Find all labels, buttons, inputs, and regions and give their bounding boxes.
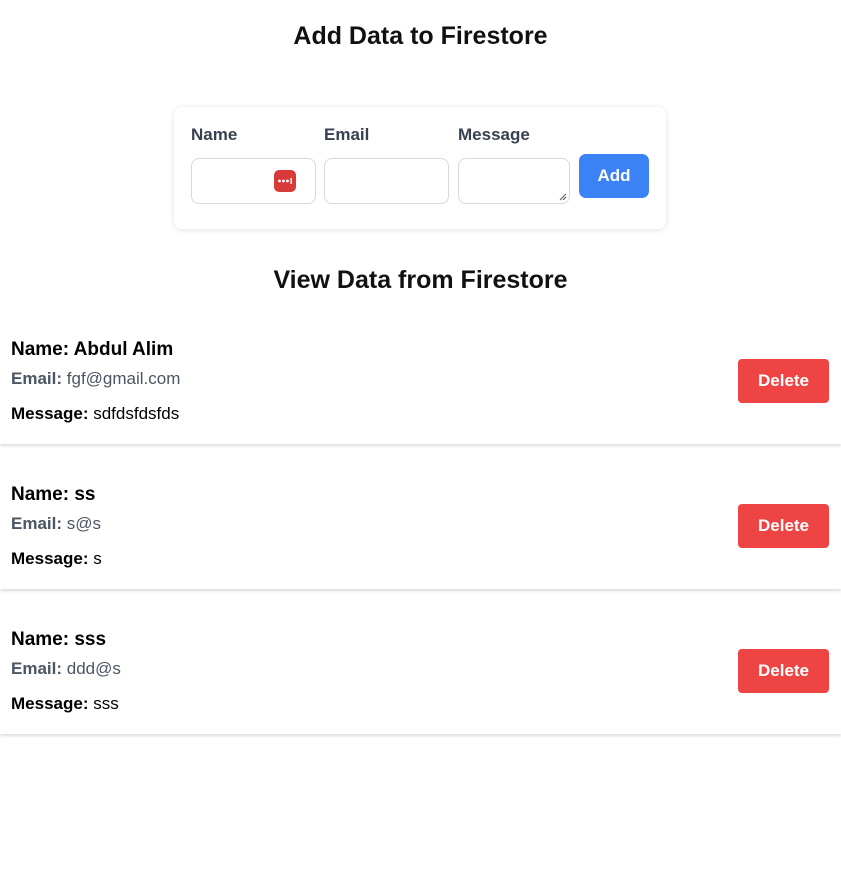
name-label: Name — [191, 125, 238, 144]
record-email-value: fgf@gmail.com — [66, 369, 181, 388]
record-name: Name: sss — [11, 629, 106, 651]
record-name: Name: Abdul Alim — [11, 339, 173, 361]
message-textarea[interactable] — [458, 158, 570, 204]
delete-button[interactable]: Delete — [738, 504, 829, 548]
record-message-key: Message: — [11, 404, 89, 423]
record-message-value: sss — [93, 694, 119, 713]
message-label: Message — [458, 125, 530, 144]
add-button[interactable]: Add — [579, 154, 649, 198]
record-email-key: Email: — [11, 659, 63, 678]
email-input[interactable] — [324, 158, 449, 204]
dots-icon — [278, 178, 292, 184]
delete-button[interactable]: Delete — [738, 359, 829, 403]
record-email: Email: fgf@gmail.com — [11, 369, 180, 389]
list-title: View Data from Firestore — [273, 266, 568, 294]
record-name-key: Name: — [11, 629, 70, 650]
record-message: Message: sdfdsfdsfds — [11, 404, 179, 424]
record-message-key: Message: — [11, 694, 89, 713]
record-email-value: ddd@s — [66, 659, 121, 678]
record-card: Name: ss Email: s@s Message: s Delete — [0, 463, 841, 589]
name-field-group: Name — [191, 125, 316, 204]
record-message-key: Message: — [11, 549, 89, 568]
page-title: Add Data to Firestore — [293, 22, 548, 50]
delete-button[interactable]: Delete — [738, 649, 829, 693]
record-email-key: Email: — [11, 514, 63, 533]
resize-handle-icon[interactable] — [559, 193, 567, 201]
email-label: Email — [324, 125, 370, 144]
record-message-value: s — [93, 549, 102, 568]
record-message: Message: s — [11, 549, 102, 569]
page: Add Data to Firestore Name Email Message… — [0, 0, 841, 893]
record-name-value: Abdul Alim — [73, 339, 174, 360]
record-name-key: Name: — [11, 484, 70, 505]
record-email: Email: s@s — [11, 514, 101, 534]
record-email: Email: ddd@s — [11, 659, 121, 679]
record-message-value: sdfdsfdsfds — [93, 404, 180, 423]
record-email-value: s@s — [66, 514, 102, 533]
email-field-group: Email — [324, 125, 449, 204]
password-manager-icon[interactable] — [274, 170, 296, 192]
record-card: Name: Abdul Alim Email: fgf@gmail.com Me… — [0, 318, 841, 444]
message-field-group: Message — [458, 125, 570, 204]
record-name-key: Name: — [11, 339, 70, 360]
record-email-key: Email: — [11, 369, 63, 388]
record-card: Name: sss Email: ddd@s Message: sss Dele… — [0, 608, 841, 734]
records-list: Name: Abdul Alim Email: fgf@gmail.com Me… — [0, 318, 841, 753]
record-name-value: sss — [74, 629, 107, 650]
name-input[interactable] — [191, 158, 316, 204]
add-data-form: Name Email Message Add — [174, 107, 666, 229]
record-name: Name: ss — [11, 484, 96, 506]
record-message: Message: sss — [11, 694, 119, 714]
record-name-value: ss — [74, 484, 96, 505]
